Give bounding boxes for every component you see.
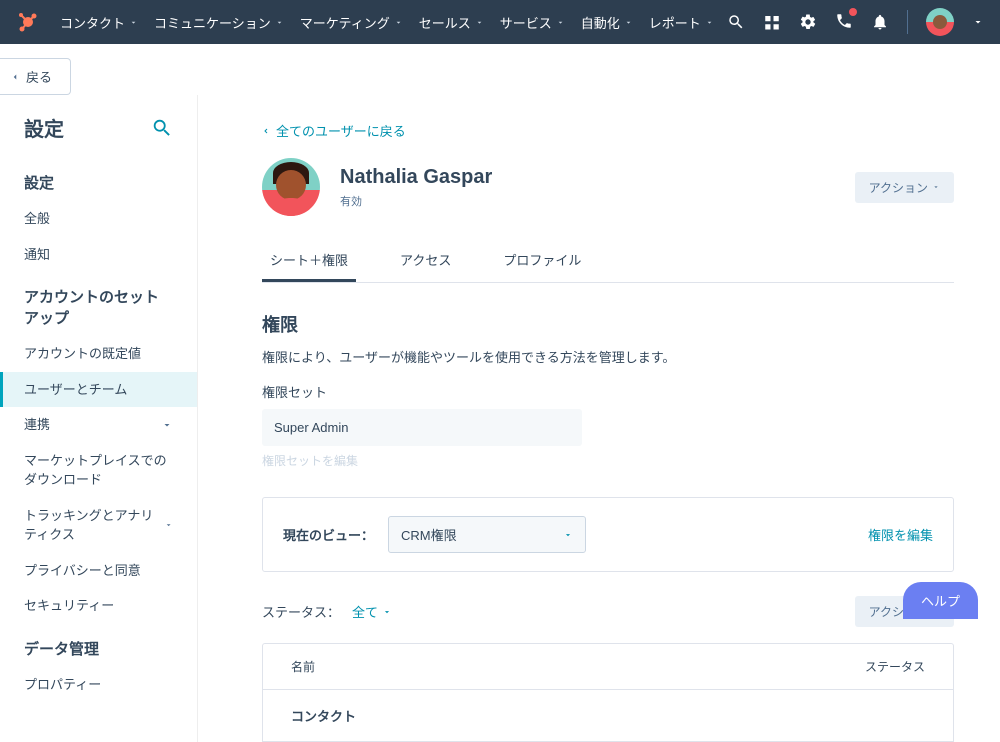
user-avatar — [262, 158, 320, 216]
sidebar-title: 設定 — [24, 113, 64, 142]
user-avatar-menu[interactable] — [926, 8, 954, 36]
chevron-down-icon — [556, 18, 565, 27]
sidebar-item[interactable]: 連携 — [0, 407, 197, 443]
sidebar-item[interactable]: セキュリティー — [0, 588, 197, 624]
chevron-down-icon — [164, 519, 173, 531]
sidebar-section-title: 設定 — [0, 158, 197, 201]
tab[interactable]: プロファイル — [495, 240, 589, 282]
user-name: Nathalia Gaspar — [340, 166, 492, 189]
chevron-down-icon — [394, 18, 403, 27]
chevron-down-icon — [475, 18, 484, 27]
sidebar-item[interactable]: ユーザーとチーム — [0, 372, 197, 408]
tab[interactable]: アクセス — [392, 240, 459, 282]
nav-item[interactable]: コンタクト — [60, 13, 138, 32]
view-label: 現在のビュー： — [283, 525, 374, 544]
chevron-down-icon — [972, 16, 984, 28]
nav-item[interactable]: サービス — [500, 13, 565, 32]
table-row[interactable]: コンタクト — [262, 690, 954, 742]
nav-item[interactable]: レポート — [649, 13, 714, 32]
sidebar-item[interactable]: プロパティー — [0, 667, 197, 703]
sidebar-section-title: データ管理 — [0, 624, 197, 667]
chevron-down-icon — [129, 18, 138, 27]
chevron-down-icon — [563, 530, 573, 540]
tab[interactable]: シート＋権限 — [262, 240, 356, 282]
sidebar-item[interactable]: 全般 — [0, 201, 197, 237]
chevron-down-icon — [275, 18, 284, 27]
chevron-down-icon — [705, 18, 714, 27]
col-name: 名前 — [291, 658, 315, 675]
perm-set-value: Super Admin — [262, 409, 582, 446]
col-status: ステータス — [865, 658, 925, 675]
permissions-title: 権限 — [262, 311, 954, 337]
chevron-down-icon — [382, 607, 392, 617]
sidebar-item[interactable]: プライバシーと同意 — [0, 553, 197, 589]
nav-item[interactable]: 自動化 — [581, 13, 633, 32]
sidebar-search-icon[interactable] — [151, 117, 173, 139]
permissions-desc: 権限により、ユーザーが機能やツールを使用できる方法を管理します。 — [262, 347, 954, 366]
hubspot-logo[interactable] — [16, 10, 40, 34]
phone-icon[interactable] — [835, 12, 853, 33]
search-icon[interactable] — [727, 13, 745, 31]
sidebar-item[interactable]: マーケットプレイスでのダウンロード — [0, 443, 197, 498]
view-select[interactable]: CRM権限 — [388, 516, 586, 553]
help-button[interactable]: ヘルプ — [903, 582, 978, 619]
marketplace-icon[interactable] — [763, 13, 781, 31]
back-button[interactable]: 戻る — [0, 58, 71, 95]
chevron-down-icon — [161, 419, 173, 431]
action-button[interactable]: アクション — [855, 172, 954, 203]
edit-perm-set-link: 権限セットを編集 — [262, 452, 954, 469]
nav-item[interactable]: セールス — [419, 13, 484, 32]
status-filter[interactable]: 全て — [352, 602, 392, 621]
gear-icon[interactable] — [799, 13, 817, 31]
perm-set-label: 権限セット — [262, 382, 954, 401]
nav-item[interactable]: マーケティング — [300, 13, 403, 32]
nav-item[interactable]: コミュニケーション — [154, 13, 284, 32]
sidebar-item[interactable]: アカウントの既定値 — [0, 336, 197, 372]
status-label: ステータス： — [262, 602, 340, 621]
back-to-users-link[interactable]: 全てのユーザーに戻る — [262, 121, 406, 140]
edit-permissions-link[interactable]: 権限を編集 — [868, 525, 933, 544]
user-status: 有効 — [340, 193, 492, 209]
bell-icon[interactable] — [871, 13, 889, 31]
sidebar-item[interactable]: 通知 — [0, 237, 197, 273]
sidebar-item[interactable]: トラッキングとアナリティクス — [0, 498, 197, 553]
back-label: 戻る — [26, 67, 52, 86]
chevron-down-icon — [624, 18, 633, 27]
sidebar-section-title: アカウントのセットアップ — [0, 272, 197, 336]
